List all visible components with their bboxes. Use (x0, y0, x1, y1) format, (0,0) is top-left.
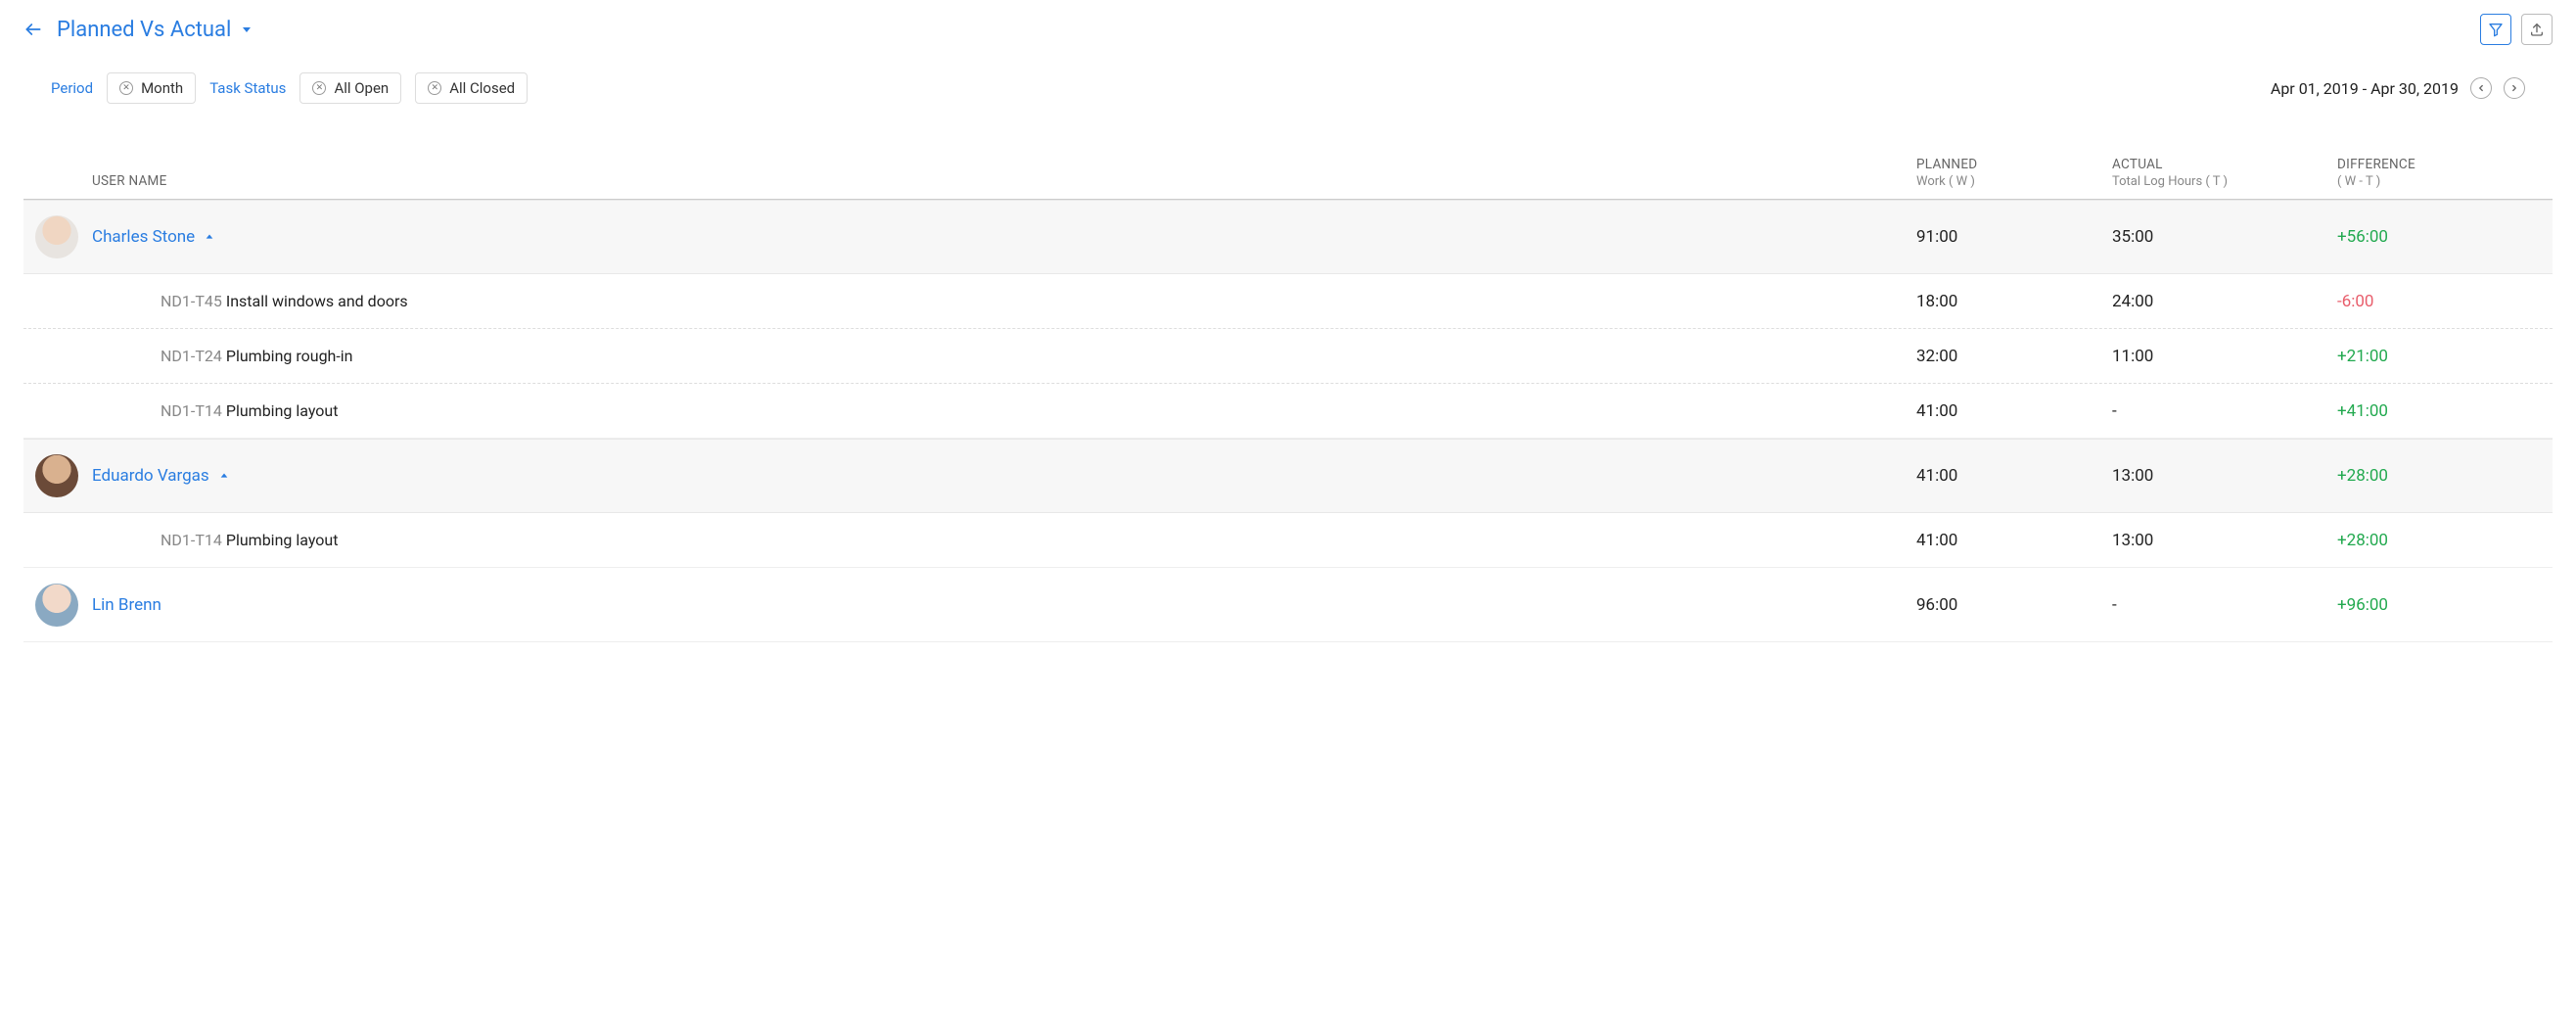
status-closed-chip[interactable]: ✕ All Closed (415, 72, 528, 104)
remove-icon[interactable]: ✕ (428, 81, 441, 95)
user-row[interactable]: Charles Stone 91:0035:00+56:00 (23, 200, 2553, 274)
avatar (35, 584, 78, 627)
planned-cell: 41:00 (1916, 466, 2112, 486)
planned-cell: 41:00 (1916, 531, 2112, 550)
task-id: ND1-T14 (161, 531, 222, 549)
user-link[interactable]: Eduardo Vargas (92, 466, 209, 486)
table-header: USER NAME PLANNED Work ( W ) ACTUAL Tota… (23, 143, 2553, 200)
remove-icon[interactable]: ✕ (119, 81, 133, 95)
actual-cell: - (2112, 595, 2337, 615)
planned-cell: 41:00 (1916, 401, 2112, 421)
task-status-label: Task Status (209, 79, 286, 97)
planned-cell: 96:00 (1916, 595, 2112, 615)
task-row[interactable]: ND1-T14Plumbing layout41:0013:00+28:00 (23, 513, 2553, 568)
actual-cell: - (2112, 401, 2337, 421)
difference-cell: +28:00 (2337, 466, 2553, 486)
difference-cell: +21:00 (2337, 347, 2553, 366)
actual-cell: 13:00 (2112, 466, 2337, 486)
status-open-chip[interactable]: ✕ All Open (299, 72, 401, 104)
difference-cell: +41:00 (2337, 401, 2553, 421)
user-link[interactable]: Charles Stone (92, 227, 195, 247)
export-button[interactable] (2521, 14, 2553, 45)
status-closed-value: All Closed (449, 79, 515, 97)
difference-cell: +28:00 (2337, 531, 2553, 550)
user-row[interactable]: Lin Brenn 96:00-+96:00 (23, 568, 2553, 642)
col-actual: ACTUAL Total Log Hours ( T ) (2112, 157, 2337, 189)
prev-period-button[interactable] (2470, 77, 2492, 99)
task-title: ND1-T14Plumbing layout (92, 401, 1916, 420)
actual-cell: 13:00 (2112, 531, 2337, 550)
actual-cell: 35:00 (2112, 227, 2337, 247)
period-label: Period (51, 79, 93, 97)
col-planned: PLANNED Work ( W ) (1916, 157, 2112, 189)
col-user: USER NAME (23, 173, 1916, 189)
planned-cell: 32:00 (1916, 347, 2112, 366)
period-value: Month (141, 79, 183, 97)
task-row[interactable]: ND1-T14Plumbing layout41:00-+41:00 (23, 384, 2553, 439)
back-arrow-icon[interactable] (23, 20, 43, 39)
col-difference: DIFFERENCE ( W - T ) (2337, 157, 2553, 189)
period-chip[interactable]: ✕ Month (107, 72, 196, 104)
avatar (35, 454, 78, 497)
task-id: ND1-T14 (161, 401, 222, 420)
user-link[interactable]: Lin Brenn (92, 595, 161, 615)
page-title: Planned Vs Actual (57, 18, 231, 42)
task-title: ND1-T24Plumbing rough-in (92, 347, 1916, 365)
task-id: ND1-T24 (161, 347, 222, 365)
avatar (35, 215, 78, 258)
filter-button[interactable] (2480, 14, 2511, 45)
actual-cell: 11:00 (2112, 347, 2337, 366)
date-range: Apr 01, 2019 - Apr 30, 2019 (2271, 79, 2459, 98)
task-title: ND1-T45Install windows and doors (92, 292, 1916, 310)
next-period-button[interactable] (2504, 77, 2525, 99)
remove-icon[interactable]: ✕ (312, 81, 326, 95)
caret-down-icon (241, 23, 253, 35)
actual-cell: 24:00 (2112, 292, 2337, 311)
user-row[interactable]: Eduardo Vargas 41:0013:00+28:00 (23, 439, 2553, 513)
planned-cell: 18:00 (1916, 292, 2112, 311)
status-open-value: All Open (334, 79, 389, 97)
caret-up-icon (219, 471, 229, 481)
difference-cell: -6:00 (2337, 292, 2553, 311)
task-row[interactable]: ND1-T24Plumbing rough-in32:0011:00+21:00 (23, 329, 2553, 384)
task-title: ND1-T14Plumbing layout (92, 531, 1916, 549)
report-title-dropdown[interactable]: Planned Vs Actual (57, 18, 253, 42)
planned-cell: 91:00 (1916, 227, 2112, 247)
difference-cell: +56:00 (2337, 227, 2553, 247)
task-id: ND1-T45 (161, 292, 222, 310)
planned-vs-actual-table: USER NAME PLANNED Work ( W ) ACTUAL Tota… (23, 143, 2553, 642)
task-row[interactable]: ND1-T45Install windows and doors18:0024:… (23, 274, 2553, 329)
difference-cell: +96:00 (2337, 595, 2553, 615)
caret-up-icon (205, 232, 214, 242)
